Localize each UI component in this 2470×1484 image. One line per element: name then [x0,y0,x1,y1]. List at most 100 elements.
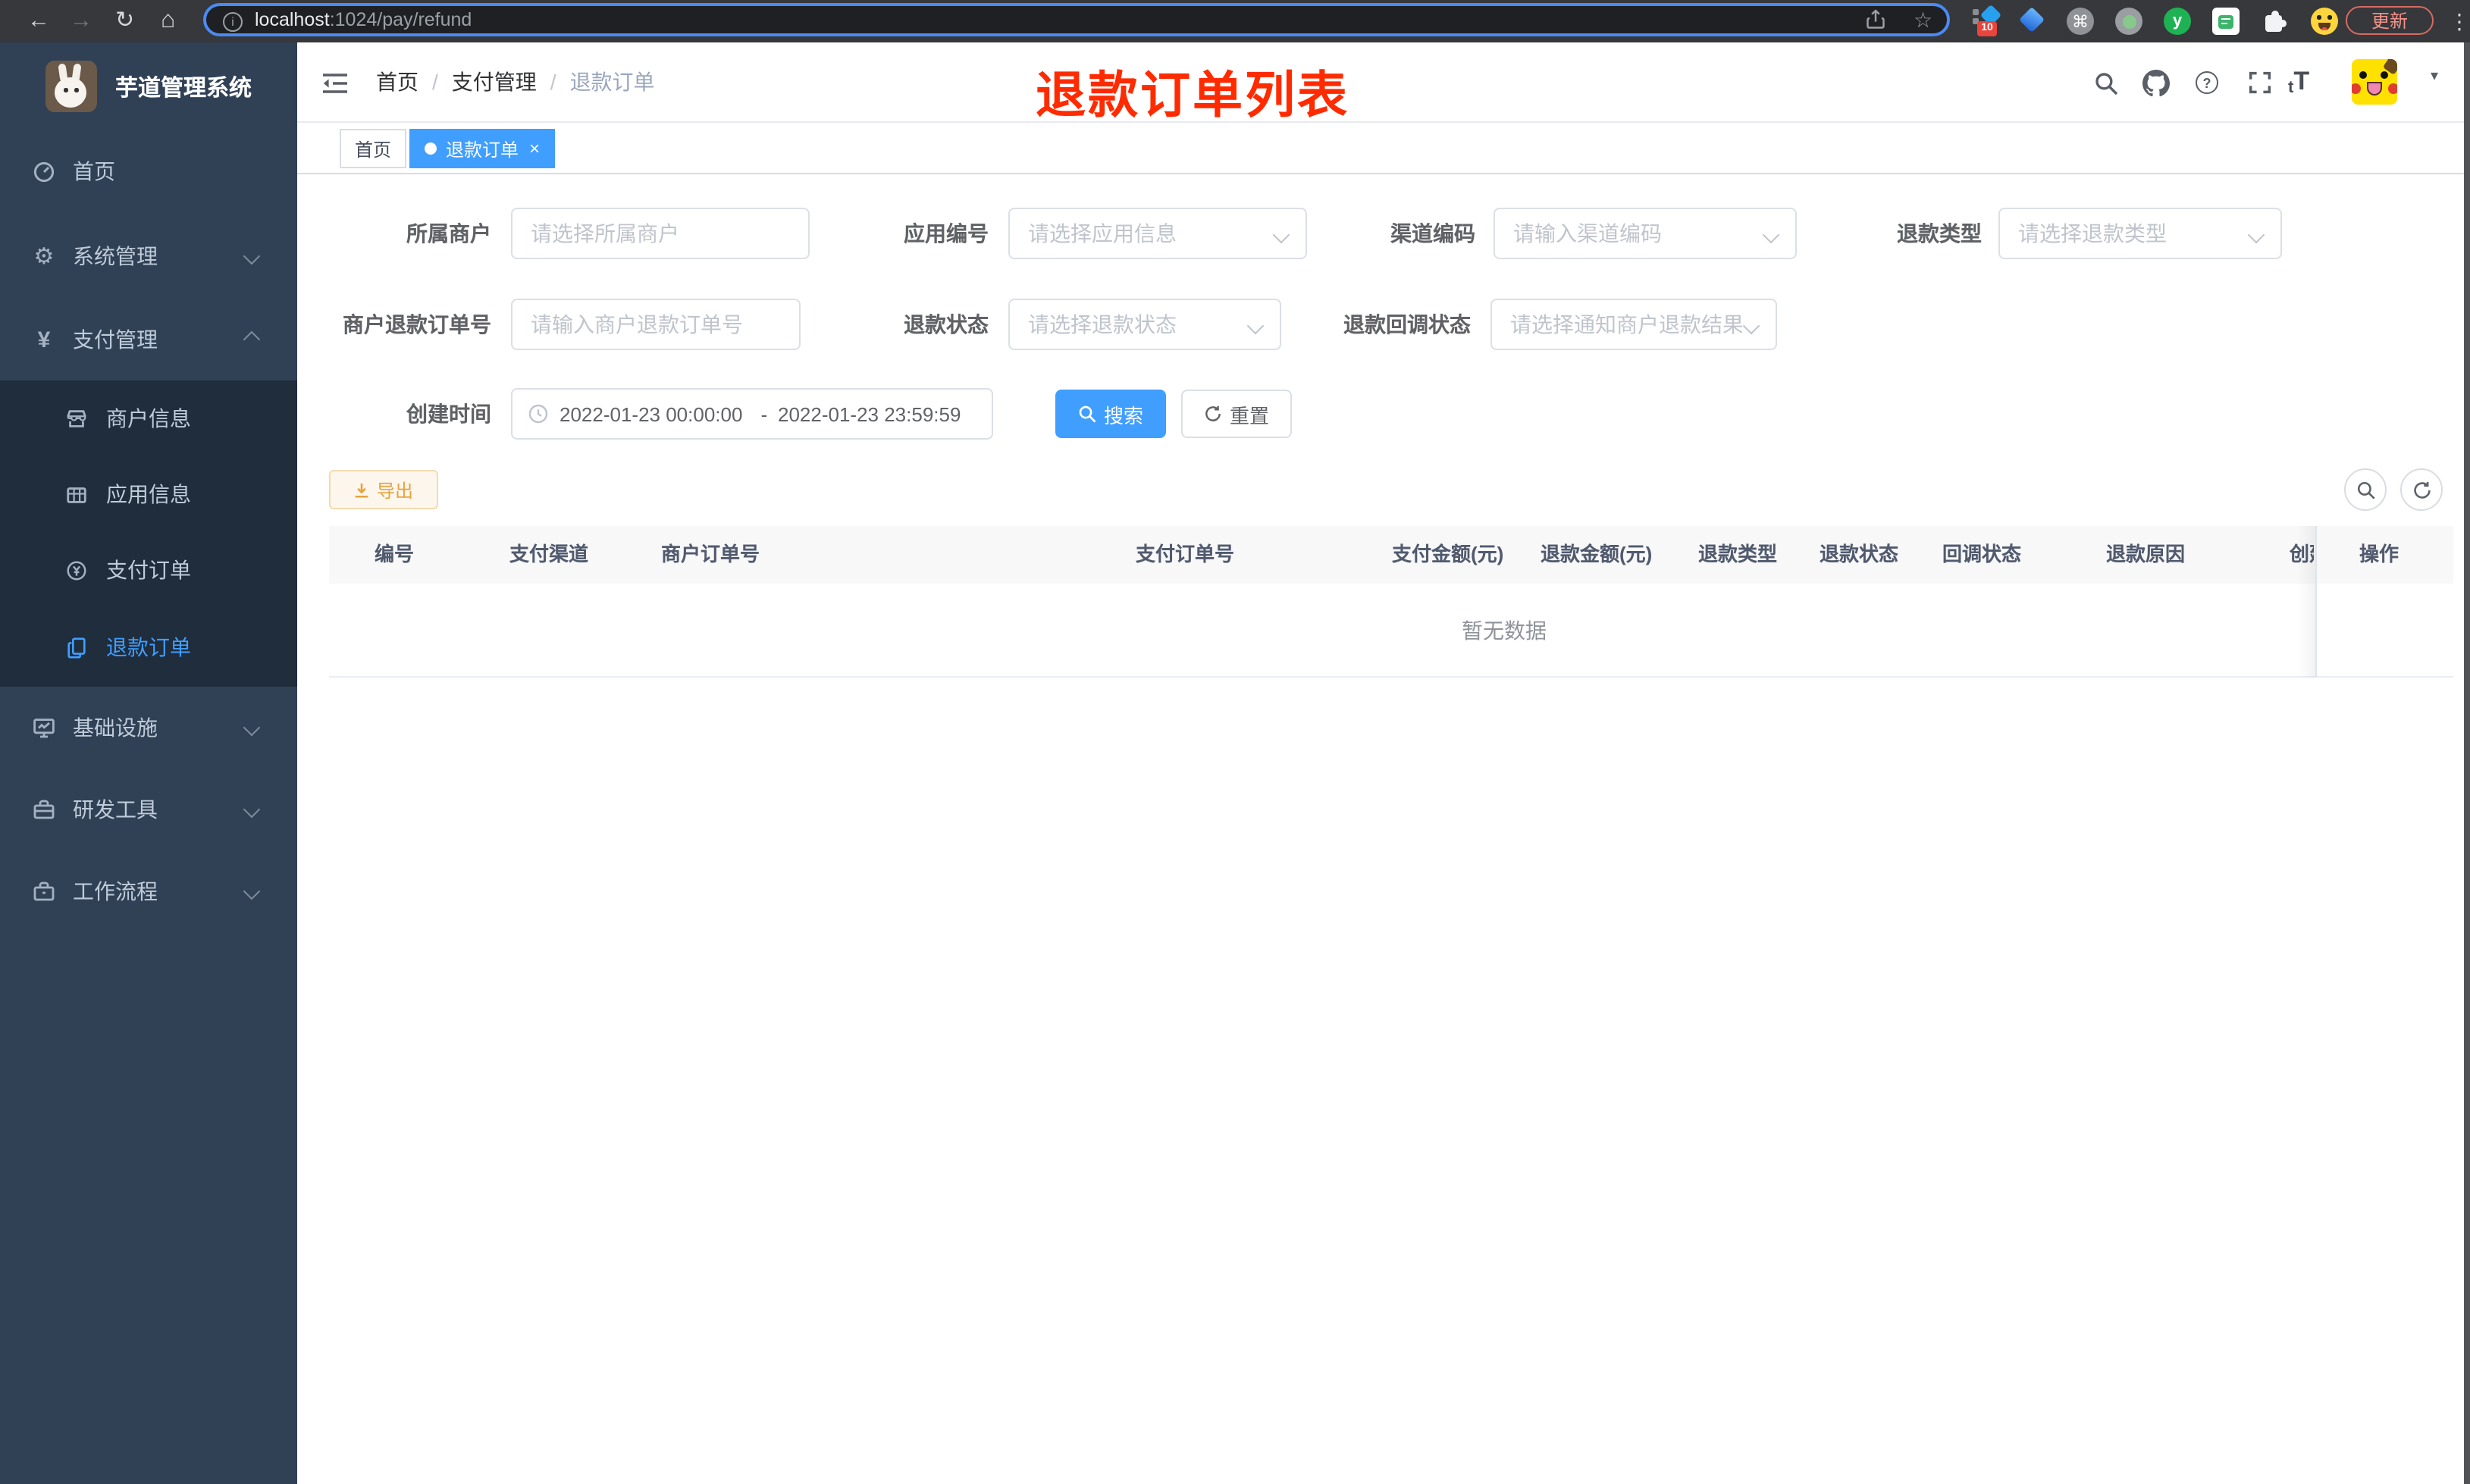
column-header-refund-type: 退款类型 [1698,543,1778,565]
refund-status-select[interactable]: 请选择退款状态 [1008,299,1281,350]
breadcrumb: 首页 / 支付管理 / 退款订单 [376,42,655,123]
storefront-icon [64,407,88,430]
address-bar[interactable]: i localhost:1024/pay/refund ☆ [203,3,1950,36]
sidebar-item-system[interactable]: ⚙ 系统管理 [0,214,297,299]
sidebar-item-label: 基础设施 [73,715,158,740]
extension-command-icon[interactable]: ⌘ [2067,8,2094,35]
refresh-icon [1204,405,1222,423]
column-header-callback-status: 回调状态 [1942,543,2022,565]
extensions-puzzle-icon[interactable] [2262,9,2287,33]
fixed-column-shadow [2297,526,2315,678]
share-icon[interactable] [1865,9,1886,30]
breadcrumb-pay[interactable]: 支付管理 [452,70,537,94]
filter-label-merchant: 所属商户 [406,221,491,246]
merchant-input[interactable]: 请选择所属商户 [511,208,810,259]
sidebar-subitem-label: 商户信息 [106,406,191,430]
sidebar-item-infra[interactable]: 基础设施 [0,687,297,769]
range-end-value: 2022-01-23 23:59:59 [778,402,961,425]
chevron-down-icon [243,719,261,737]
table-search-toggle-button[interactable] [2344,468,2387,511]
tag-close-icon[interactable]: × [529,139,540,158]
filter-label-refund-type: 退款类型 [1897,221,1982,246]
monitor-chart-icon [32,715,56,740]
sidebar-item-home[interactable]: 首页 [0,129,297,214]
chevron-down-icon [1246,317,1265,335]
extension-diamond-icon[interactable]: 10 [1971,4,2005,38]
document-copy-icon [64,636,88,659]
app-select[interactable]: 请选择应用信息 [1008,208,1307,259]
column-header-id: 编号 [375,543,415,565]
refund-type-select[interactable]: 请选择退款类型 [1998,208,2282,259]
sidebar-collapse-icon[interactable] [321,71,349,95]
extension-green-dot-icon[interactable] [2115,8,2142,35]
browser-menu-dots-icon[interactable]: ⋮ [2449,0,2470,42]
gear-icon: ⚙ [33,243,55,269]
sidebar-subitem-merchant-info[interactable]: 商户信息 [0,380,297,456]
user-avatar[interactable] [2352,59,2397,105]
reset-button[interactable]: 重置 [1181,390,1292,438]
fullscreen-icon[interactable] [2249,71,2271,94]
github-icon[interactable] [2142,70,2170,97]
sidebar-subitem-label: 支付订单 [106,558,191,582]
filter-label-channel: 渠道编码 [1390,221,1475,246]
help-icon[interactable]: ? [2196,71,2218,94]
column-header-pay-channel: 支付渠道 [509,543,589,565]
browser-toolbar: ← → ↻ ⌂ i localhost:1024/pay/refund ☆ 10… [0,0,2470,42]
merchant-refund-no-input[interactable]: 请输入商户退款订单号 [511,299,801,350]
sidebar-item-devtools[interactable]: 研发工具 [0,769,297,850]
url-text: localhost:1024/pay/refund [255,6,472,33]
table-refresh-button[interactable] [2400,468,2443,511]
reload-icon[interactable]: ↻ [115,0,134,42]
sidebar-subitem-label: 退款订单 [106,635,191,659]
font-size-icon[interactable]: tT [2288,67,2309,97]
profile-emoji-icon[interactable] [2311,8,2338,35]
sidebar-item-pay[interactable]: ¥ 支付管理 [0,299,297,380]
extension-gem-icon[interactable] [2019,7,2045,33]
column-header-merchant-order-no: 商户订单号 [661,543,760,565]
app-title: 芋道管理系统 [115,76,252,102]
chevron-down-icon [1742,317,1760,335]
sidebar-item-label: 工作流程 [73,879,158,903]
breadcrumb-separator: / [432,70,438,94]
pay-order-icon [64,559,88,581]
chevron-up-icon [243,330,261,349]
grid-icon [64,483,88,506]
chevron-down-icon [2247,226,2265,244]
sidebar-item-workflow[interactable]: 工作流程 [0,850,297,932]
export-button[interactable]: 导出 [329,470,438,509]
sidebar-subitem-pay-order[interactable]: 支付订单 [0,532,297,608]
empty-state-text: 暂无数据 [1462,618,1547,643]
page-annotation-title: 退款订单列表 [1036,67,1349,123]
extension-chat-icon[interactable] [2212,8,2240,35]
chevron-down-icon [243,882,261,900]
sidebar-item-label: 支付管理 [73,327,158,352]
search-button[interactable]: 搜索 [1055,390,1166,438]
forward-icon[interactable]: → [70,0,92,42]
sidebar-subitem-app-info[interactable]: 应用信息 [0,456,297,532]
tag-refund-order[interactable]: 退款订单 × [409,129,556,168]
site-info-icon[interactable]: i [223,12,243,32]
home-icon[interactable]: ⌂ [161,0,175,42]
back-icon[interactable]: ← [27,0,50,42]
extension-y-icon[interactable]: y [2164,8,2191,35]
tag-home[interactable]: 首页 [340,129,407,168]
notify-status-select[interactable]: 请选择通知商户退款结果状态 [1490,299,1777,350]
avatar-caret-icon[interactable]: ▾ [2431,68,2438,85]
bookmark-star-icon[interactable]: ☆ [1914,5,1932,35]
url-host: localhost [255,9,330,30]
create-time-range-picker[interactable]: 2022-01-23 00:00:00 - 2022-01-23 23:59:5… [511,388,993,440]
search-icon[interactable] [2094,71,2118,95]
page: ← → ↻ ⌂ i localhost:1024/pay/refund ☆ 10… [0,0,2470,1484]
table-body: 暂无数据 [329,584,2453,678]
chevron-down-icon [1762,226,1780,244]
window-scrollbar[interactable] [2464,42,2470,1484]
breadcrumb-home[interactable]: 首页 [376,70,418,94]
channel-select[interactable]: 请输入渠道编码 [1494,208,1797,259]
sidebar-item-label: 首页 [73,159,115,183]
sidebar-subitem-refund-order[interactable]: 退款订单 [0,608,297,687]
app-logo[interactable] [45,61,97,112]
column-header-refund-amount: 退款金额(元) [1541,543,1653,565]
dashboard-icon [32,159,56,183]
sidebar-item-label: 系统管理 [73,244,158,268]
update-button[interactable]: 更新 [2346,6,2434,35]
